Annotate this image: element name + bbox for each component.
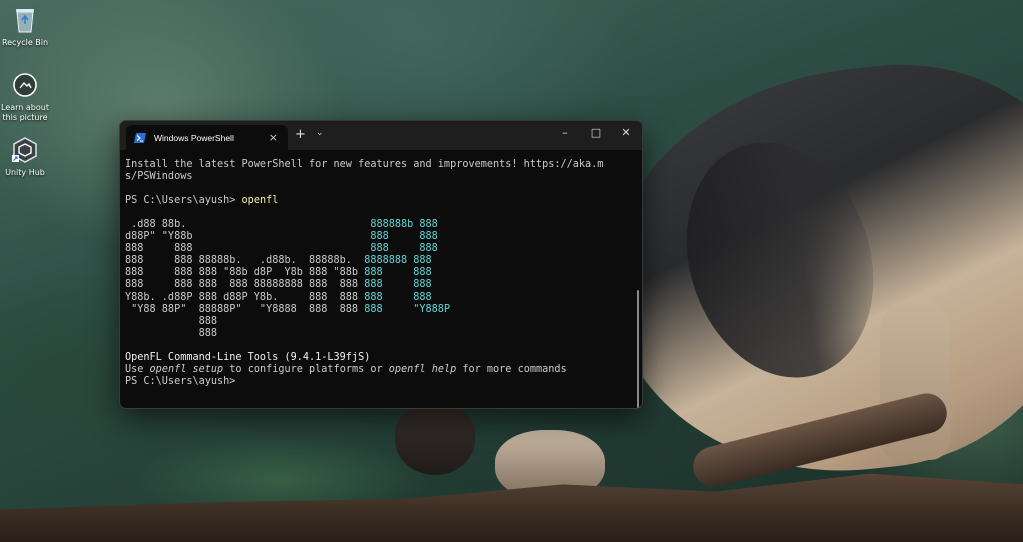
ascii-logo-fl: 888 "Y888P [364,303,451,315]
ascii-logo-row: 888 [125,328,637,340]
window-titlebar[interactable]: Windows PowerShell × + ⌄ – □ ✕ [120,121,642,150]
usage-suffix: for more commands [456,363,567,375]
desktop-icon-recycle-bin[interactable]: Recycle Bin [0,5,53,48]
powershell-window[interactable]: Windows PowerShell × + ⌄ – □ ✕ Install t… [119,120,643,409]
ascii-logo-fl: 888888b 888 [370,219,438,231]
ascii-logo-row: 888 888 88888b. .d88b. 88888b. 8888888 8… [125,255,637,267]
install-line-1: Install the latest PowerShell for new fe… [125,159,604,170]
ascii-logo-row: 888 888 888 "88b d8P Y8b 888 "88b 888 88… [125,267,637,279]
install-line-2: s/PSWindows [125,171,193,183]
terminal-scrollbar-track[interactable] [632,150,642,408]
usage-prefix: Use [125,363,150,375]
ascii-logo-fl: 888 888 [370,243,438,255]
ascii-logo-open: 888 888 888 "88b d8P Y8b 888 "88b [125,267,365,279]
usage-line: Use openfl setup to configure platforms … [125,364,637,376]
usage-mid: to configure platforms or [223,363,389,375]
desktop-icon-label: Learn about this picture [1,103,49,122]
ascii-logo-row: 888 888 888 888 [125,243,637,255]
tab-title: Windows PowerShell [154,132,234,143]
desktop-icon-label: Recycle Bin [1,38,49,47]
camera-icon [10,70,40,100]
tab-close-button[interactable]: × [269,131,278,144]
prompt-text: PS C:\Users\ayush> [125,195,242,207]
ascii-logo-row: Y88b. .d88P 888 d88P Y8b. 888 888 888 88… [125,292,637,304]
ascii-logo-row: .d88 88b. 888888b 888 [125,219,637,231]
ascii-logo-open: "Y88 88P" 88888P" "Y8888 888 888 [125,303,365,315]
desktop-icon-learn-about-picture[interactable]: Learn about this picture [0,70,53,123]
unity-icon [10,135,40,165]
powershell-icon [134,132,146,144]
openfl-ascii-logo: .d88 88b. 888888b 888 d88P" "Y88b 888 888… [125,219,637,339]
tab-windows-powershell[interactable]: Windows PowerShell × [126,125,288,150]
ascii-logo-open: d88P" "Y88b [125,231,371,243]
command-text: openfl [241,195,279,207]
ascii-logo-open: 888 888 88888b. .d88b. 88888b. [125,255,365,267]
prompt-line-1: PS C:\Users\ayush> openfl [125,195,637,207]
usage-help-command: openfl help [388,363,457,375]
ascii-logo-row: d88P" "Y88b 888 888 [125,231,637,243]
terminal-scrollbar-thumb[interactable] [637,290,639,408]
terminal-output[interactable]: Install the latest PowerShell for new fe… [120,150,642,388]
ascii-logo-open: 888 888 888 888 88888888 888 888 [125,279,365,291]
ascii-logo-fl: 888 888 [364,267,432,279]
maximize-button[interactable]: □ [586,126,606,139]
ascii-logo-open: Y88b. .d88P 888 d88P Y8b. 888 888 [125,291,365,303]
recycle-bin-icon [10,5,40,35]
ascii-logo-open: 888 [125,327,365,339]
ascii-logo-open: 888 [125,315,365,327]
wallpaper-anteater-head [395,405,475,475]
ascii-logo-fl: 8888888 888 [364,255,432,267]
close-button[interactable]: ✕ [616,126,636,139]
version-line: OpenFL Command-Line Tools (9.4.1-L39fjS) [125,351,371,363]
desktop-icon-label: Unity Hub [5,168,45,177]
ascii-logo-open: 888 888 [125,243,371,255]
prompt-line-2: PS C:\Users\ayush> [125,375,236,387]
usage-setup-command: openfl setup [149,363,224,375]
new-tab-button[interactable]: + [295,127,306,142]
ascii-logo-fl: 888 888 [370,231,438,243]
ascii-logo-row: 888 888 888 888 88888888 888 888 888 888 [125,279,637,291]
desktop-icon-unity-hub[interactable]: Unity Hub [0,135,53,178]
tab-dropdown-button[interactable]: ⌄ [316,128,324,138]
ascii-logo-row: 888 [125,316,637,328]
minimize-button[interactable]: – [555,126,575,139]
ascii-logo-fl: 888 888 [364,279,432,291]
ascii-logo-open: .d88 88b. [125,219,371,231]
ascii-logo-fl: 888 888 [364,291,432,303]
ascii-logo-row: "Y88 88P" 88888P" "Y8888 888 888 888 "Y8… [125,304,637,316]
